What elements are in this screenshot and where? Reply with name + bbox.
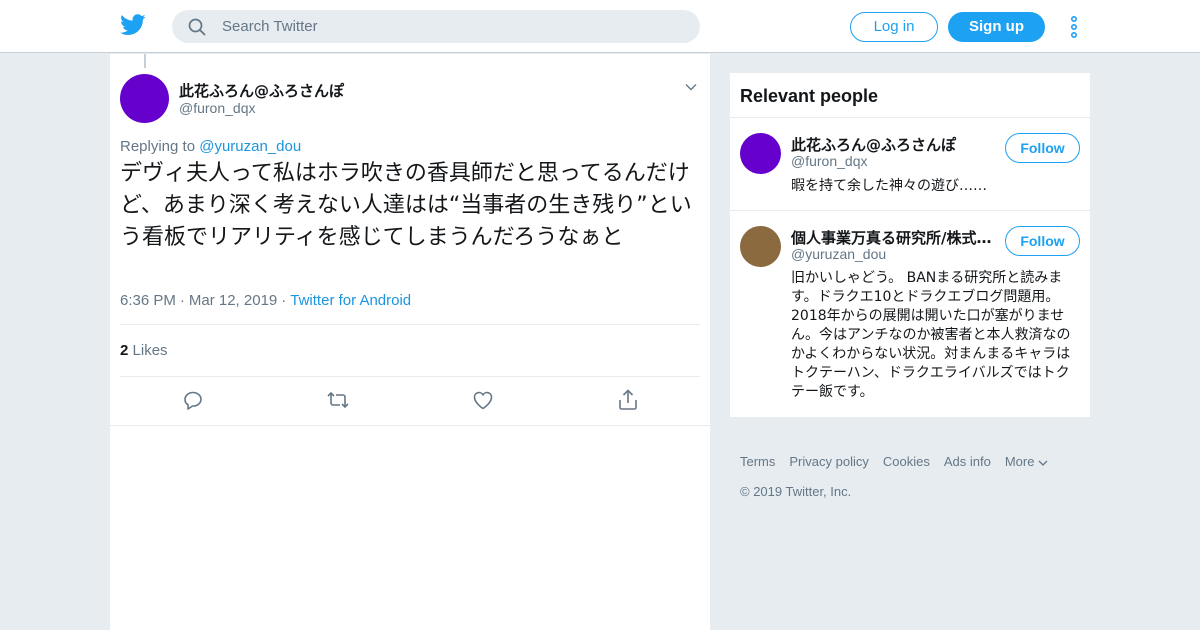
chevron-down-icon [1038, 460, 1048, 466]
tweet-meta: 6:36 PM · Mar 12, 2019 · Twitter for Android [120, 292, 411, 309]
author-avatar[interactable] [120, 74, 169, 123]
likes-label: Likes [132, 342, 168, 359]
login-button[interactable]: Log in [850, 12, 938, 42]
retweet-icon[interactable] [326, 388, 350, 412]
footer-link-ads-info[interactable]: Ads info [944, 454, 991, 469]
divider [120, 376, 700, 377]
replying-prefix: Replying to [120, 138, 196, 155]
person-bio: 暇を持て余した神々の遊び…… [791, 178, 987, 194]
like-icon[interactable] [471, 388, 495, 412]
person-name[interactable]: 個人事業万真る研究所/株式… [791, 227, 996, 248]
share-icon[interactable] [616, 388, 640, 412]
divider [730, 210, 1090, 211]
search-icon [188, 18, 206, 36]
tweet-date: Mar 12, 2019 [188, 292, 278, 309]
divider [120, 324, 700, 325]
avatar[interactable] [740, 133, 781, 174]
follow-button[interactable]: Follow [1005, 226, 1080, 256]
search-input[interactable] [222, 10, 682, 43]
tweet-panel: 此花ふろん@ふろさんぽ @furon_dqx Replying to @yuru… [110, 54, 710, 630]
person-handle[interactable]: @furon_dqx [791, 153, 867, 169]
twitter-bird-icon[interactable] [120, 14, 146, 36]
tweet-source-link[interactable]: Twitter for Android [290, 292, 411, 309]
divider [730, 117, 1090, 118]
footer-more-label: More [1004, 454, 1035, 469]
search-bar[interactable] [172, 10, 700, 43]
signup-button[interactable]: Sign up [948, 12, 1045, 42]
tweet-actions [110, 388, 710, 414]
relevant-people-title: Relevant people [740, 86, 879, 106]
copyright: © 2019 Twitter, Inc. [740, 484, 852, 499]
likes-stat[interactable]: 2 Likes [120, 342, 168, 359]
divider [110, 425, 710, 426]
top-bar: Log in Sign up [0, 0, 1200, 53]
replying-to: Replying to @yuruzan_dou [120, 138, 301, 155]
tweet-text: デヴィ夫人って私はホラ吹きの香具師だと思ってるんだけど、あまり深く考えない人達は… [120, 161, 692, 250]
footer-link-terms[interactable]: Terms [740, 454, 775, 469]
meta-separator: · [281, 292, 287, 309]
person-handle[interactable]: @yuruzan_dou [791, 246, 886, 262]
relevant-people-card: Relevant people 此花ふろん@ふろさんぽ @furon_dqx 暇… [730, 73, 1090, 417]
likes-count: 2 [120, 342, 129, 359]
thread-connector [144, 54, 146, 68]
footer-link-privacy[interactable]: Privacy policy [789, 454, 868, 469]
author-handle[interactable]: @furon_dqx [179, 100, 255, 116]
replying-to-link[interactable]: @yuruzan_dou [199, 138, 301, 155]
meta-separator: · [179, 292, 185, 309]
reply-icon[interactable] [181, 388, 205, 412]
person-bio: 旧かいしゃどう。 BANまる研究所と読みます。ドラクエ10とドラクエブログ問題用… [791, 270, 1071, 400]
footer-link-cookies[interactable]: Cookies [883, 454, 930, 469]
footer-links: Terms Privacy policy Cookies Ads info More [740, 454, 1048, 469]
person-name[interactable]: 此花ふろん@ふろさんぽ [791, 134, 996, 155]
footer-link-more[interactable]: More [1005, 454, 1048, 469]
chevron-down-icon[interactable] [684, 80, 698, 94]
follow-button[interactable]: Follow [1005, 133, 1080, 163]
author-name[interactable]: 此花ふろん@ふろさんぽ [179, 80, 344, 101]
tweet-time: 6:36 PM [120, 292, 176, 309]
vertical-dots-icon[interactable] [1068, 15, 1080, 39]
avatar[interactable] [740, 226, 781, 267]
